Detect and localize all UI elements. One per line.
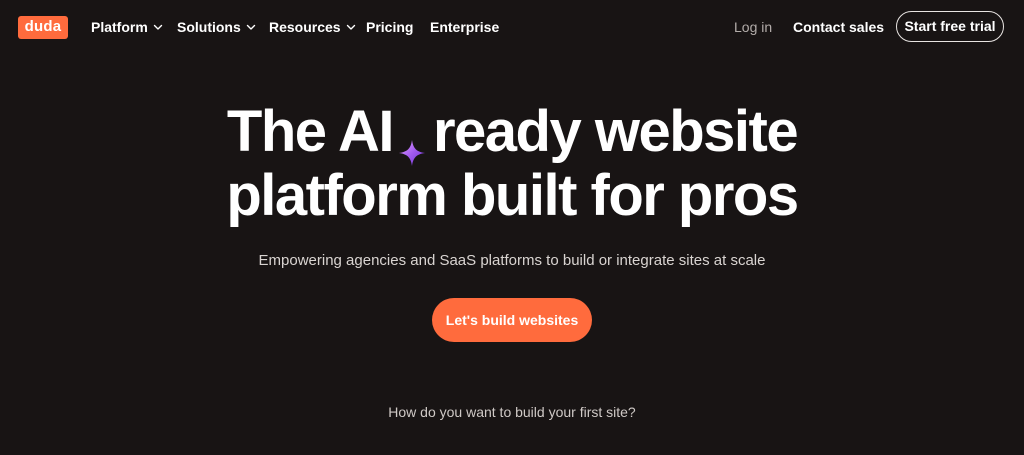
- chevron-down-icon: [346, 22, 356, 32]
- sparkle-icon: [397, 117, 427, 166]
- login-link[interactable]: Log in: [734, 19, 772, 35]
- contact-sales-link[interactable]: Contact sales: [793, 19, 884, 35]
- nav-item-enterprise[interactable]: Enterprise: [430, 19, 499, 35]
- headline-text-ready: ready website: [432, 99, 799, 164]
- build-question-text: How do you want to build your first site…: [388, 404, 636, 420]
- nav-item-label: Resources: [269, 19, 341, 35]
- headline-line-2: platform built for pros: [226, 163, 799, 228]
- chevron-down-icon: [246, 22, 256, 32]
- nav-item-platform[interactable]: Platform: [91, 19, 163, 35]
- hero-headline: The AI ready website platform built for p…: [0, 100, 1024, 228]
- nav-item-label: Solutions: [177, 19, 241, 35]
- duda-logo[interactable]: duda: [18, 16, 68, 39]
- nav-item-pricing[interactable]: Pricing: [366, 19, 413, 35]
- hero-subheadline: Empowering agencies and SaaS platforms t…: [258, 252, 766, 269]
- nav-item-label: Platform: [91, 19, 148, 35]
- start-free-trial-button[interactable]: Start free trial: [896, 11, 1004, 42]
- nav-item-label: Enterprise: [430, 19, 500, 35]
- nav-item-label: Pricing: [366, 19, 414, 35]
- page: duda Platform Solutions Resources Pricin…: [0, 0, 1024, 455]
- top-navigation: duda Platform Solutions Resources Pricin…: [0, 0, 1024, 56]
- nav-item-resources[interactable]: Resources: [269, 19, 356, 35]
- headline-text-ai: The AI: [226, 99, 395, 164]
- chevron-down-icon: [153, 22, 163, 32]
- nav-item-solutions[interactable]: Solutions: [177, 19, 256, 35]
- build-websites-button[interactable]: Let's build websites: [432, 298, 592, 342]
- headline-line-1: The AI ready website: [0, 99, 1024, 166]
